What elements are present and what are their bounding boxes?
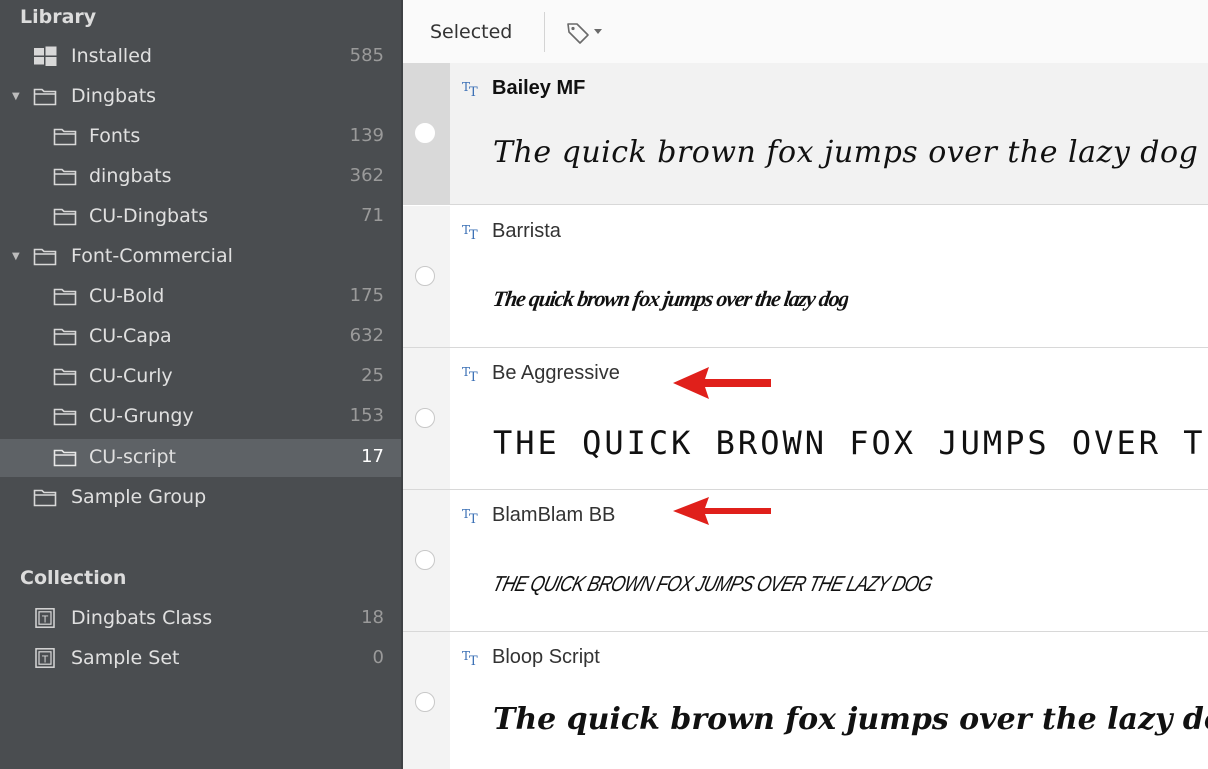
truetype-icon: T T [462,507,478,526]
sidebar-item-fonts[interactable]: Fonts 139 [0,118,401,156]
font-row-bailey-mf[interactable]: T T Bailey MF The quick brown fox jumps … [403,63,1208,205]
row-select-radio[interactable] [415,408,435,428]
svg-text:T: T [41,615,49,626]
sidebar-item-dingbats[interactable]: dingbats 362 [0,158,401,196]
sidebar-item-label: CU-Curly [89,365,173,387]
svg-text:T: T [469,85,478,99]
sidebar-item-dingbats-group[interactable]: ▼ Dingbats [0,78,401,116]
collection-icon: T [35,648,55,668]
sidebar-item-count: 25 [361,365,384,386]
toolbar-divider [544,12,545,52]
sidebar-item-label: CU-Grungy [89,405,194,427]
sidebar-item-label: CU-Dingbats [89,205,209,227]
collection-section-title: Collection [20,567,127,589]
sidebar-item-count: 17 [361,446,384,467]
folder-icon [53,128,77,146]
font-row-barrista[interactable]: T T Barrista The quick brown fox jumps o… [403,206,1208,348]
font-manager-app: Library Installed 585 ▼ Dingbats Fonts 1… [0,0,1208,769]
caret-down-icon[interactable]: ▼ [12,251,20,262]
truetype-icon: T T [462,80,478,99]
sidebar-item-cu-script[interactable]: CU-script 17 [0,439,401,477]
sidebar-item-dingbats-class[interactable]: T Dingbats Class 18 [0,600,401,638]
folder-icon [33,88,57,106]
sidebar-item-count: 175 [349,285,384,306]
windows-icon [34,46,57,66]
sidebar-item-label: Font-Commercial [71,245,233,267]
font-row-bloop-script[interactable]: T T Bloop Script The quick brown fox jum… [403,632,1208,769]
sidebar-item-label: CU-Capa [89,325,172,347]
sidebar-item-cu-bold[interactable]: CU-Bold 175 [0,278,401,316]
svg-text:T: T [469,370,478,384]
font-sample: THE QUICK BROWN FOX JUMPS OVER THE LAZY … [493,424,1205,462]
row-select-radio[interactable] [415,123,435,143]
font-sample: THE QUICK BROWN FOX JUMPS OVER THE LAZY … [490,571,935,596]
font-name: Bloop Script [492,646,600,668]
sidebar-item-installed[interactable]: Installed 585 [0,38,401,76]
folder-icon [53,408,77,426]
sidebar-item-label: CU-Bold [89,285,165,307]
sidebar-item-label: Sample Group [71,486,207,508]
tag-dropdown-icon[interactable] [565,20,609,46]
font-row-be-aggressive[interactable]: T T Be Aggressive THE QUICK BROWN FOX JU… [403,348,1208,490]
folder-icon [53,288,77,306]
annotation-arrow-left-icon [673,367,771,399]
row-select-radio[interactable] [415,266,435,286]
folder-icon [53,449,77,467]
sidebar-item-count: 362 [349,165,384,186]
sidebar-item-count: 585 [349,45,384,66]
folder-icon [53,328,77,346]
sidebar-item-cu-curly[interactable]: CU-Curly 25 [0,358,401,396]
sidebar-item-label: Dingbats Class [71,607,213,629]
sidebar-item-sample-set[interactable]: T Sample Set 0 [0,640,401,678]
sidebar-item-label: Installed [71,45,152,67]
truetype-icon: T T [462,365,478,384]
annotation-arrow-left-icon [673,497,771,525]
folder-icon [53,208,77,226]
folder-icon [33,248,57,266]
folder-icon [53,168,77,186]
sidebar-item-count: 632 [349,325,384,346]
svg-text:T: T [469,228,478,242]
sidebar-item-label: Sample Set [71,647,180,669]
font-name: Bailey MF [492,77,586,99]
row-select-radio[interactable] [415,550,435,570]
font-name: Be Aggressive [492,362,620,384]
sidebar-item-cu-capa[interactable]: CU-Capa 632 [0,318,401,356]
selected-filter-button[interactable]: Selected [430,21,512,43]
sidebar-item-label: dingbats [89,165,172,187]
font-name: Barrista [492,220,561,242]
collection-icon: T [35,608,55,628]
sidebar-item-cu-grungy[interactable]: CU-Grungy 153 [0,398,401,436]
library-section-title: Library [20,6,97,28]
folder-icon [53,368,77,386]
font-sample: The quick brown fox jumps over the lazy … [493,135,1199,170]
font-sample: The quick brown fox jumps over the lazy … [493,702,1208,737]
toolbar: Selected [403,0,1208,64]
folder-icon [33,489,57,507]
font-name: BlamBlam BB [492,504,616,526]
sidebar-item-cu-dingbats[interactable]: CU-Dingbats 71 [0,198,401,236]
caret-down-icon[interactable]: ▼ [12,91,20,102]
sidebar-item-count: 71 [361,205,384,226]
row-select-radio[interactable] [415,692,435,712]
svg-text:T: T [469,512,478,526]
sidebar-item-font-commercial[interactable]: ▼ Font-Commercial [0,238,401,276]
sidebar-item-count: 139 [349,125,384,146]
svg-text:T: T [41,655,49,666]
font-list-panel: Selected T T Bailey MF The quick brown f… [403,0,1208,769]
sidebar-item-count: 18 [361,607,384,628]
truetype-icon: T T [462,223,478,242]
sidebar-item-count: 0 [372,647,384,668]
sidebar-item-count: 153 [349,405,384,426]
sidebar-item-label: CU-script [89,446,176,468]
sidebar-item-sample-group[interactable]: Sample Group [0,479,401,517]
sidebar: Library Installed 585 ▼ Dingbats Fonts 1… [0,0,403,769]
truetype-icon: T T [462,649,478,668]
svg-text:T: T [469,654,478,668]
font-sample: The quick brown fox jumps over the lazy … [491,286,851,311]
sidebar-item-label: Fonts [89,125,141,147]
font-row-blamblam-bb[interactable]: T T BlamBlam BB THE QUICK BROWN FOX JUMP… [403,490,1208,632]
sidebar-item-label: Dingbats [71,85,157,107]
